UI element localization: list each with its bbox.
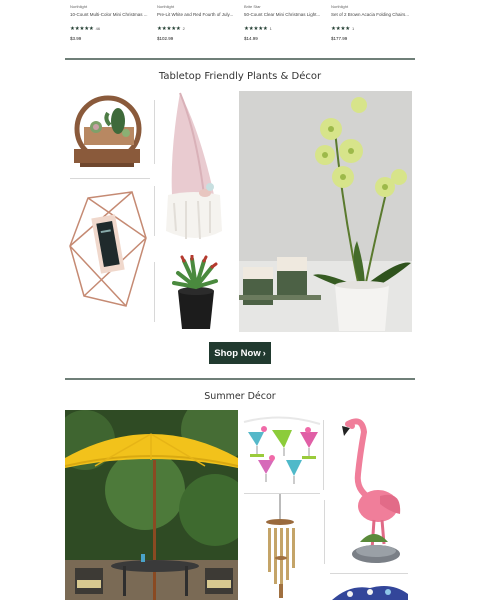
- product-price: $3.99: [70, 36, 82, 41]
- product-card[interactable]: Brite Star 50-Count Clear Mini Christmas…: [244, 0, 324, 42]
- product-rating: ★★★★ 1: [331, 26, 411, 32]
- tile-patio-cushion[interactable]: [330, 580, 410, 600]
- product-name[interactable]: Set of 2 Brown Acacia Folding Chairs...: [331, 12, 411, 23]
- tile-divider: [154, 100, 155, 164]
- shop-now-label: Shop Now: [214, 347, 261, 359]
- product-name[interactable]: 10-Count Multi-Color Mini Christmas ...: [70, 12, 150, 23]
- tile-margarita-lights[interactable]: [242, 414, 322, 490]
- flamingo-image: [342, 418, 401, 563]
- section-divider: [65, 378, 415, 380]
- section-divider: [65, 58, 415, 60]
- tile-geometric-frame[interactable]: [66, 186, 153, 312]
- tile-orchid[interactable]: [239, 91, 412, 332]
- tile-patio-umbrella[interactable]: [65, 410, 238, 600]
- product-name[interactable]: Pre-Lit White and Red Fourth of July...: [157, 12, 237, 23]
- tile-flamingo[interactable]: [330, 414, 412, 572]
- tile-wind-chime[interactable]: [252, 494, 308, 600]
- chevron-right-icon: ›: [262, 348, 266, 358]
- review-count: 2: [182, 26, 185, 31]
- star-rating-icon: ★★★★★: [70, 26, 94, 32]
- potted-succulent-image: [172, 255, 218, 329]
- tile-divider: [330, 573, 408, 574]
- shop-now-button[interactable]: Shop Now ›: [209, 342, 271, 364]
- wind-chime-image: [266, 494, 295, 598]
- tile-divider: [323, 420, 324, 490]
- product-brand: Northlight: [70, 4, 88, 9]
- product-rating: ★★★★★ 46: [70, 26, 150, 32]
- product-card[interactable]: Northlight 10-Count Multi-Color Mini Chr…: [70, 0, 150, 42]
- product-rating: ★★★★★ 2: [157, 26, 237, 32]
- orchid-image: [239, 91, 412, 332]
- tile-potted-succulent[interactable]: [158, 255, 234, 331]
- tile-divider: [154, 262, 155, 322]
- star-rating-icon: ★★★★★: [157, 26, 181, 32]
- section-title-tabletop: Tabletop Friendly Plants & Décor: [158, 71, 322, 82]
- product-brand: Northlight: [157, 4, 175, 9]
- patio-umbrella-image: [65, 410, 238, 600]
- product-carousel: Northlight 10-Count Multi-Color Mini Chr…: [0, 0, 480, 46]
- review-count: 1: [351, 26, 355, 31]
- review-count: 1: [269, 26, 272, 31]
- star-rating-icon: ★★★★: [331, 26, 350, 32]
- product-price: $102.99: [157, 36, 174, 41]
- geometric-frame-image: [69, 191, 147, 307]
- star-rating-icon: ★★★★★: [244, 26, 268, 32]
- product-price: $14.99: [244, 36, 258, 41]
- tile-divider: [324, 500, 325, 564]
- review-count: 46: [95, 26, 101, 31]
- patio-cushion-image: [332, 586, 408, 600]
- product-name[interactable]: 50-Count Clear Mini Christmas Light...: [244, 12, 324, 23]
- tile-succulent-arch[interactable]: [66, 91, 153, 177]
- gnome-image: [166, 92, 222, 240]
- margarita-lights-image: [243, 416, 321, 484]
- tile-divider: [70, 178, 150, 179]
- succulent-arch-image: [74, 95, 142, 167]
- section-title-summer: Summer Décor: [204, 391, 276, 402]
- product-card[interactable]: Northlight Set of 2 Brown Acacia Folding…: [331, 0, 411, 42]
- product-brand: Northlight: [331, 4, 349, 9]
- product-price: $177.99: [331, 36, 348, 41]
- tile-gnome[interactable]: [156, 91, 236, 251]
- product-brand: Brite Star: [244, 4, 261, 9]
- product-rating: ★★★★★ 1: [244, 26, 324, 32]
- product-card[interactable]: Northlight Pre-Lit White and Red Fourth …: [157, 0, 237, 42]
- tile-divider: [154, 186, 155, 236]
